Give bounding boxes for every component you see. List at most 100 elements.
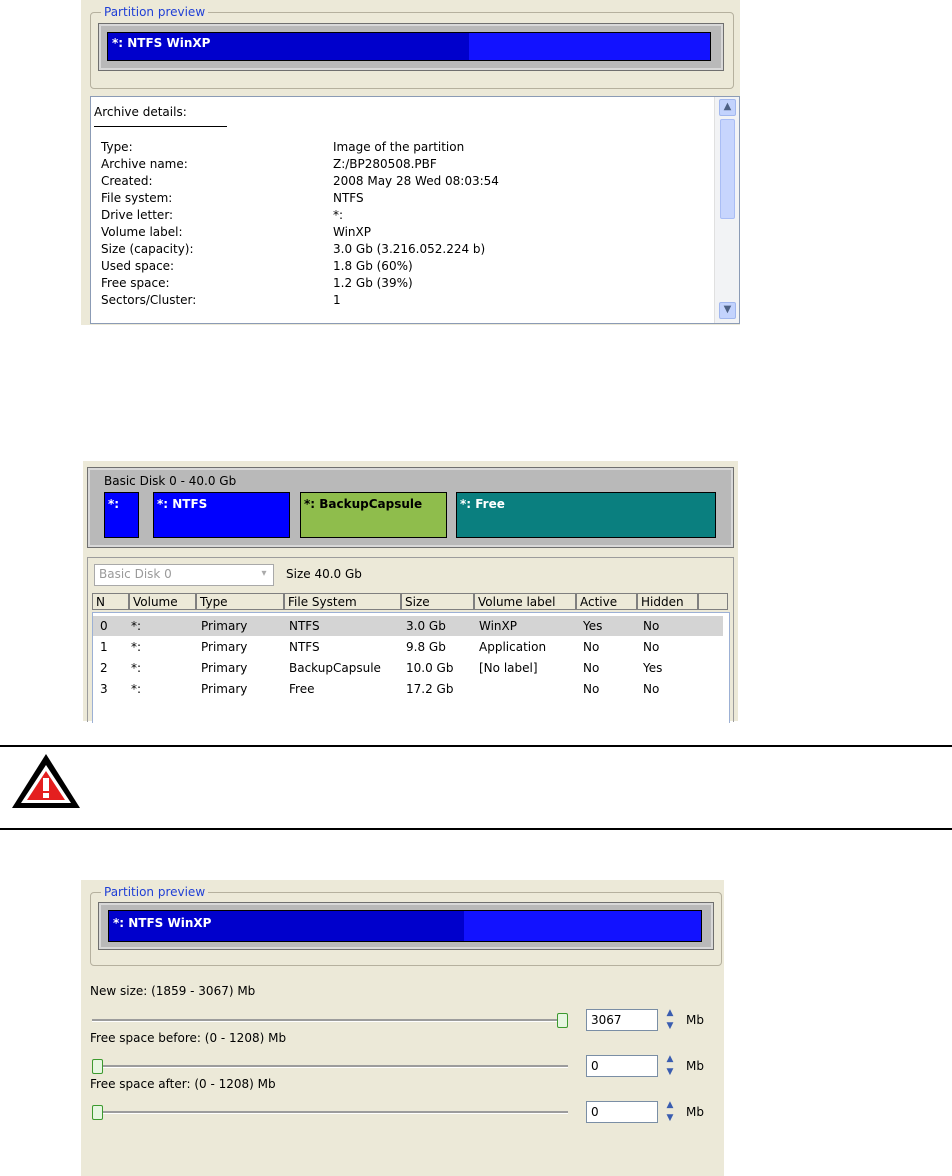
partition-bar-winxp[interactable]: *: NTFS WinXP — [107, 32, 711, 61]
disk-partition-0[interactable]: *: — [104, 492, 139, 538]
partition-table-panel: Basic Disk 0 ▾ Size 40.0 Gb N Volume Type F… — [87, 557, 734, 723]
table-cell: Primary — [201, 619, 248, 633]
table-cell: *: — [131, 661, 142, 675]
table-cell: NTFS — [289, 640, 320, 654]
disk-partition-2[interactable]: *: BackupCapsule — [300, 492, 447, 538]
resize-screenshot: Partition preview *: NTFS WinXP New size… — [81, 880, 724, 1176]
spin-down-icon[interactable]: ▼ — [663, 1066, 677, 1078]
disk-select[interactable]: Basic Disk 0 ▾ — [94, 564, 274, 586]
column-header[interactable]: Type — [196, 593, 284, 610]
free-before-input[interactable]: 0 — [586, 1055, 658, 1077]
new-size-unit: Mb — [686, 1013, 704, 1027]
column-header[interactable]: Size — [401, 593, 474, 610]
new-size-input[interactable]: 3067 — [586, 1009, 658, 1031]
new-size-track[interactable] — [92, 1019, 568, 1022]
table-cell: Primary — [201, 661, 248, 675]
free-after-spinner[interactable]: ▲ ▼ — [663, 1099, 677, 1125]
free-before-spinner[interactable]: ▲ ▼ — [663, 1053, 677, 1079]
warning-top-rule — [0, 745, 952, 747]
spin-up-icon[interactable]: ▲ — [663, 1007, 677, 1019]
free-before-slider-thumb[interactable] — [92, 1059, 103, 1074]
detail-value: 3.0 Gb (3.216.052.224 b) — [333, 242, 486, 256]
partition-label: *: NTFS WinXP — [113, 916, 212, 930]
column-header[interactable]: Volume label — [474, 593, 576, 610]
details-divider — [94, 126, 227, 127]
details-scrollbar[interactable]: ▲ ▼ — [714, 97, 739, 323]
partition-preview-group: Partition preview *: NTFS WinXP — [90, 885, 722, 966]
disk-size-text: Size 40.0 Gb — [286, 567, 362, 581]
scroll-up-button[interactable]: ▲ — [719, 99, 736, 116]
warning-bottom-rule — [0, 828, 952, 830]
disk-partition-3[interactable]: *: Free — [456, 492, 716, 538]
free-before-unit: Mb — [686, 1059, 704, 1073]
detail-key: Free space: — [101, 276, 170, 290]
table-body: 0 *: Primary NTFS 3.0 Gb WinXP Yes No 1 *: Primary… — [92, 612, 730, 723]
detail-key: Archive name: — [101, 157, 188, 171]
column-header[interactable]: Volume — [129, 593, 196, 610]
details-header: Archive details: — [94, 105, 187, 119]
disk-partition-1[interactable]: *: NTFS — [153, 492, 290, 538]
partition-preview-group: Partition preview *: NTFS WinXP — [90, 5, 734, 89]
scroll-down-button[interactable]: ▼ — [719, 302, 736, 319]
table-cell: No — [643, 682, 660, 696]
detail-value: Z:/BP280508.PBF — [333, 157, 437, 171]
free-after-unit: Mb — [686, 1105, 704, 1119]
table-cell: 17.2 Gb — [406, 682, 454, 696]
column-header[interactable]: Hidden — [637, 593, 698, 610]
partition-preview-title: Partition preview — [101, 5, 209, 19]
table-row[interactable]: 2 *: Primary BackupCapsule 10.0 Gb [No label]… — [93, 658, 723, 678]
table-cell: WinXP — [479, 619, 517, 633]
table-cell: 3 — [100, 682, 108, 696]
chevron-up-icon: ▲ — [723, 101, 732, 112]
table-header: N Volume Type File System Size Volume label Ac… — [92, 593, 728, 610]
table-cell: Free — [289, 682, 315, 696]
detail-key: Size (capacity): — [101, 242, 194, 256]
table-cell: 1 — [100, 640, 108, 654]
spin-down-icon[interactable]: ▼ — [663, 1112, 677, 1124]
free-before-track[interactable] — [92, 1065, 568, 1068]
disk-partition-label: *: BackupCapsule — [304, 497, 423, 511]
detail-value: WinXP — [333, 225, 371, 239]
partition-free-space — [464, 911, 701, 941]
table-row[interactable]: 0 *: Primary NTFS 3.0 Gb WinXP Yes No — [93, 616, 723, 636]
partition-bar-winxp[interactable]: *: NTFS WinXP — [108, 910, 702, 942]
detail-value: 1.8 Gb (60%) — [333, 259, 413, 273]
disk-partition-label: *: — [108, 497, 120, 511]
spin-up-icon[interactable]: ▲ — [663, 1053, 677, 1065]
disk-partition-label: *: Free — [460, 497, 505, 511]
table-cell: No — [643, 619, 660, 633]
disk-title: Basic Disk 0 - 40.0 Gb — [104, 474, 237, 488]
table-cell: NTFS — [289, 619, 320, 633]
table-cell: Primary — [201, 640, 248, 654]
table-row[interactable]: 3 *: Primary Free 17.2 Gb No No — [93, 679, 723, 699]
new-size-slider-thumb[interactable] — [557, 1013, 568, 1028]
archive-details-box[interactable]: Archive details: Type: Image of the parti… — [90, 96, 740, 324]
table-cell: Primary — [201, 682, 248, 696]
detail-key: File system: — [101, 191, 173, 205]
detail-key: Type: — [101, 140, 133, 154]
column-header[interactable]: File System — [284, 593, 401, 610]
archive-details-screenshot: Partition preview *: NTFS WinXP Archive … — [81, 0, 740, 325]
detail-key: Volume label: — [101, 225, 183, 239]
scroll-thumb[interactable] — [720, 119, 735, 219]
chevron-down-icon: ▼ — [723, 304, 732, 315]
table-cell: No — [583, 640, 600, 654]
table-cell: 10.0 Gb — [406, 661, 454, 675]
detail-key: Sectors/Cluster: — [101, 293, 197, 307]
free-after-input[interactable]: 0 — [586, 1101, 658, 1123]
table-row[interactable]: 1 *: Primary NTFS 9.8 Gb Application No No — [93, 637, 723, 657]
disk-partition-label: *: NTFS — [157, 497, 208, 511]
spin-up-icon[interactable]: ▲ — [663, 1099, 677, 1111]
column-header[interactable]: N — [92, 593, 129, 610]
table-cell: BackupCapsule — [289, 661, 381, 675]
partition-bar-frame: *: NTFS WinXP — [98, 23, 724, 71]
new-size-spinner[interactable]: ▲ ▼ — [663, 1007, 677, 1033]
free-after-track[interactable] — [92, 1111, 568, 1114]
free-after-label: Free space after: (0 - 1208) Mb — [90, 1077, 276, 1091]
partition-label: *: NTFS WinXP — [112, 36, 211, 50]
table-cell: No — [583, 682, 600, 696]
table-cell: Yes — [643, 661, 663, 675]
column-header[interactable]: Active — [576, 593, 637, 610]
spin-down-icon[interactable]: ▼ — [663, 1020, 677, 1032]
free-after-slider-thumb[interactable] — [92, 1105, 103, 1120]
